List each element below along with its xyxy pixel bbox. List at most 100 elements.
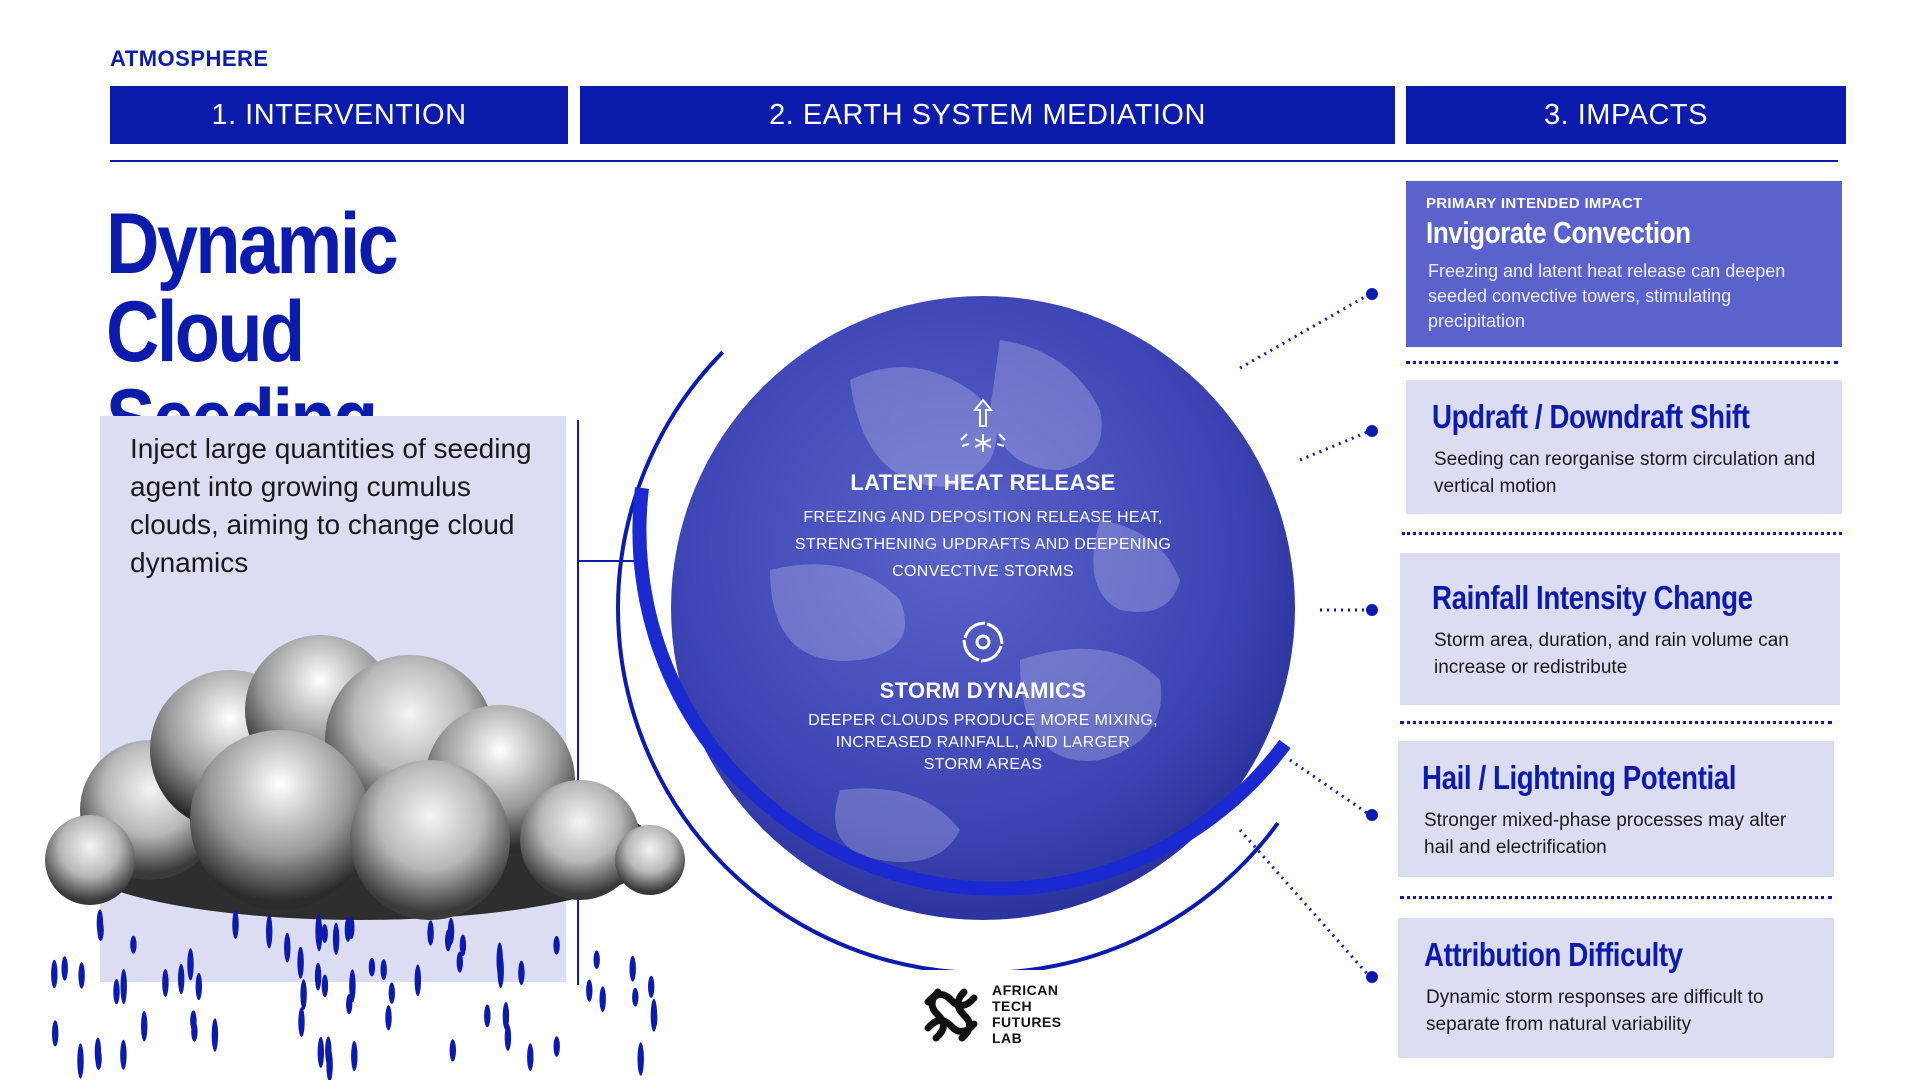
intervention-description: Inject large quantities of seeding agent…: [130, 433, 532, 578]
rain-drop: [497, 953, 504, 989]
logo-line-4: LAB: [992, 1030, 1023, 1046]
rain-drop: [351, 1040, 358, 1072]
storm-dynamics-line-1: DEEPER CLOUDS PRODUCE MORE MIXING,: [808, 712, 1158, 729]
rain-drop: [527, 1043, 534, 1072]
rain-drop: [484, 1004, 491, 1028]
rain-drop: [368, 958, 376, 977]
rain-drop: [388, 982, 395, 1004]
rain-drop: [187, 948, 194, 981]
logo-line-1: AFRICAN: [992, 982, 1059, 998]
latent-heat-line-3: CONVECTIVE STORMS: [892, 563, 1074, 580]
rain-drop: [321, 974, 329, 998]
rain-drop: [178, 963, 185, 995]
impact-card: Rainfall Intensity Change Storm area, du…: [1400, 553, 1840, 705]
rain-drop: [120, 1039, 127, 1070]
rain-drop: [97, 919, 104, 941]
rain-drop: [648, 975, 655, 998]
storm-dynamics-title: STORM DYNAMICS: [879, 678, 1087, 703]
aftl-logo-text: AFRICAN TECH FUTURES LAB: [992, 982, 1062, 1046]
rain-drop: [427, 920, 434, 946]
impact-separator: [1402, 532, 1842, 535]
column-header-impacts: 3. IMPACTS: [1406, 86, 1846, 144]
rain-drop: [284, 932, 291, 963]
impact-body: Storm area, duration, and rain volume ca…: [1434, 630, 1789, 678]
rain-drop: [553, 936, 560, 955]
rain-drop: [95, 1047, 102, 1070]
impact-kicker: PRIMARY INTENDED IMPACT: [1426, 195, 1643, 212]
rain-drop: [130, 935, 137, 954]
rain-drop: [317, 1036, 324, 1068]
rain-drop: [195, 972, 202, 1001]
connector-dot: [1366, 425, 1378, 437]
connector-dot: [1366, 971, 1378, 983]
impact-card: Hail / Lightning Potential Stronger mixe…: [1398, 741, 1834, 877]
impact-body: Dynamic storm responses are difficult to…: [1426, 987, 1764, 1035]
latent-heat-title: LATENT HEAT RELEASE: [850, 470, 1116, 495]
impact-card: Updraft / Downdraft Shift Seeding can re…: [1406, 380, 1842, 514]
rain-drop: [51, 959, 58, 989]
impact-title: Invigorate Convection: [1426, 215, 1691, 250]
rain-drops: [51, 909, 658, 1080]
rain-drop: [297, 946, 304, 979]
impact-separator: [1400, 896, 1832, 899]
latent-heat-line-1: FREEZING AND DEPOSITION RELEASE HEAT,: [803, 509, 1163, 526]
impact-title: Attribution Difficulty: [1424, 936, 1683, 973]
storm-dynamics-line-3: STORM AREAS: [923, 756, 1043, 773]
rain-drop: [298, 1007, 305, 1037]
column-header-intervention: 1. INTERVENTION: [110, 86, 568, 144]
rain-drop: [61, 956, 68, 981]
logo-line-2: TECH: [992, 998, 1033, 1014]
rain-drop: [518, 960, 525, 985]
connector-dot: [1366, 288, 1378, 300]
aftl-logo-mark: [924, 988, 978, 1042]
latent-heat-line-2: STRENGTHENING UPDRAFTS AND DEEPENING: [794, 536, 1172, 553]
rain-drop: [232, 910, 239, 939]
impact-connectors: [1238, 288, 1378, 983]
impact-separator: [1400, 721, 1832, 724]
rain-drop: [553, 1036, 560, 1057]
rain-drop: [599, 986, 606, 1012]
rain-drop: [162, 968, 169, 997]
rain-drop: [349, 969, 356, 1003]
impact-separator: [1406, 361, 1838, 364]
impact-title: Rainfall Intensity Change: [1432, 579, 1753, 616]
header-rule: [110, 160, 1838, 162]
rain-drop: [113, 979, 120, 1005]
rain-drop: [586, 979, 593, 1002]
impact-card-primary: PRIMARY INTENDED IMPACT Invigorate Conve…: [1406, 181, 1842, 347]
rain-drop: [52, 1020, 59, 1047]
rain-drop: [314, 962, 322, 991]
rain-drop: [300, 979, 307, 1010]
rain-drop: [593, 950, 600, 969]
rain-drop: [321, 924, 328, 943]
rain-drop: [385, 1005, 392, 1031]
latent-heat-block: LATENT HEAT RELEASE FREEZING AND DEPOSIT…: [780, 470, 1186, 585]
title-line-1: Dynamic Cloud: [106, 196, 399, 380]
impact-body: Stronger mixed-phase processes may alter…: [1424, 810, 1787, 858]
rain-drop: [78, 962, 85, 989]
rain-drop: [191, 1021, 198, 1042]
rain-drop: [632, 987, 639, 1007]
rain-drop: [344, 917, 352, 942]
earth-system-globe: [616, 270, 1320, 970]
rain-drop: [266, 914, 273, 949]
rain-drop: [459, 934, 467, 957]
connector-dot: [1366, 809, 1378, 821]
impact-title: Hail / Lightning Potential: [1422, 759, 1737, 796]
impact-body: Seeding can reorganise storm circulation…: [1434, 449, 1816, 497]
storm-dynamics-block: STORM DYNAMICS DEEPER CLOUDS PRODUCE MOR…: [780, 678, 1186, 776]
rain-drop: [380, 959, 387, 980]
connector-dot: [1366, 604, 1378, 616]
rain-drop: [445, 929, 452, 952]
rain-drop: [211, 1018, 219, 1052]
section-tag: ATMOSPHERE: [110, 46, 269, 71]
rain-drop: [315, 913, 322, 950]
column-header-mediation: 2. EARTH SYSTEM MEDIATION: [580, 86, 1395, 144]
impact-body: Freezing and latent heat release can dee…: [1428, 261, 1786, 331]
impact-title: Updraft / Downdraft Shift: [1432, 398, 1750, 435]
rain-drop: [332, 922, 340, 955]
logo-line-3: FUTURES: [992, 1014, 1062, 1030]
rain-drop: [449, 1039, 456, 1062]
rain-drop: [504, 1023, 512, 1051]
rain-drop: [141, 1010, 148, 1042]
